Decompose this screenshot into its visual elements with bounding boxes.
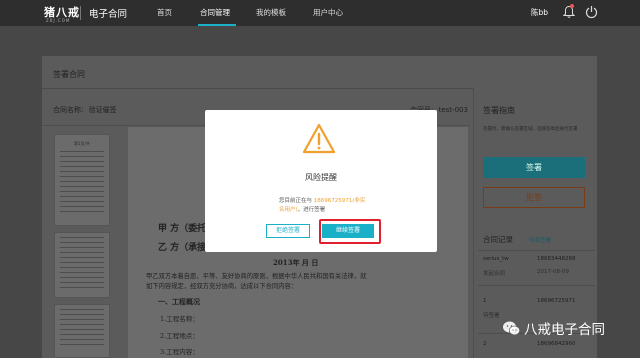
record-phone: 18683448268 bbox=[537, 256, 576, 262]
sign-hint: 签署时，需确认签署区域，选择签章后进行签署 bbox=[483, 127, 578, 132]
notification-badge bbox=[570, 4, 574, 8]
logo-subtext: ZBJ.COM bbox=[46, 18, 71, 23]
dialog-message: 您目前正在与 18696725971(非实名用户)，进行签署 bbox=[279, 198, 366, 213]
nav-user-center[interactable]: 用户中心 bbox=[313, 7, 343, 18]
thumbnail-title: 第1页/共 bbox=[74, 141, 90, 146]
record-name: 2 bbox=[483, 341, 487, 347]
wechat-icon bbox=[503, 321, 520, 336]
brand-title: 电子合同 bbox=[89, 9, 128, 20]
watermark: 八戒电子合同 bbox=[502, 318, 640, 340]
record-name: serius_tw bbox=[483, 256, 509, 262]
contract-number-value: test-003 bbox=[438, 106, 468, 114]
record-phone: 18696725971 bbox=[537, 298, 576, 304]
document-paragraph: 甲乙双方本着自愿、平等、友好协商的原则，根据中华人民共和国有关法律，就 bbox=[146, 273, 367, 280]
sidebar-title: 签署指南 bbox=[483, 106, 515, 115]
highlight-box bbox=[319, 219, 381, 244]
refuse-sign-button[interactable]: 拒绝签署 bbox=[266, 224, 310, 238]
document-section: 一、工程概况 bbox=[158, 297, 200, 306]
message-prefix: 您目前正在与 bbox=[279, 198, 313, 204]
active-nav-indicator bbox=[198, 24, 236, 26]
records-title: 合同记录 bbox=[483, 235, 513, 244]
record-phone: 18696842960 bbox=[537, 341, 576, 347]
divider bbox=[478, 250, 595, 251]
record-date: 2017-08-09 bbox=[537, 269, 569, 275]
contract-name-value: 验证催签 bbox=[88, 106, 117, 114]
watermark-text: 八戒电子合同 bbox=[524, 322, 605, 338]
nav-contract-management[interactable]: 合同管理 bbox=[200, 7, 230, 18]
message-suffix: 进行签署 bbox=[303, 207, 326, 213]
refuse-button[interactable]: 拒签 bbox=[483, 187, 585, 208]
document-item: 2.工程地点： bbox=[160, 332, 199, 340]
dialog-title: 风险提醒 bbox=[305, 173, 337, 182]
power-icon[interactable] bbox=[585, 5, 598, 19]
record-name: 1 bbox=[483, 298, 487, 304]
page-thumbnail-3[interactable] bbox=[54, 304, 110, 358]
record-action: 发起合同 bbox=[483, 271, 506, 277]
contract-name-label: 合同名称: bbox=[53, 106, 84, 114]
divider bbox=[478, 285, 595, 286]
document-item: 3.工程内容： bbox=[160, 348, 199, 356]
records-filter-link[interactable]: 待我签署 bbox=[529, 236, 551, 244]
panel-title: 签署合同 bbox=[53, 70, 85, 79]
warning-icon bbox=[302, 123, 336, 154]
record-action: 待签署 bbox=[483, 313, 500, 319]
brand-divider bbox=[80, 6, 81, 20]
nav-home[interactable]: 首页 bbox=[157, 7, 172, 18]
page-thumbnail-2[interactable] bbox=[54, 232, 110, 298]
page-thumbnail-1[interactable]: 第1页/共 bbox=[54, 134, 110, 226]
contract-name: 合同名称: 验证催签 bbox=[53, 105, 117, 115]
username[interactable]: 陈bb bbox=[531, 7, 548, 18]
sign-button[interactable]: 签署 bbox=[483, 157, 585, 178]
document-date: 2013年 月 日 bbox=[273, 258, 319, 267]
nav-my-templates[interactable]: 我的模板 bbox=[256, 7, 286, 18]
document-item: 1.工程名称： bbox=[160, 315, 199, 323]
document-paragraph: 如下内容规定，经双方充分协商，达成以下合同内容： bbox=[146, 283, 298, 290]
